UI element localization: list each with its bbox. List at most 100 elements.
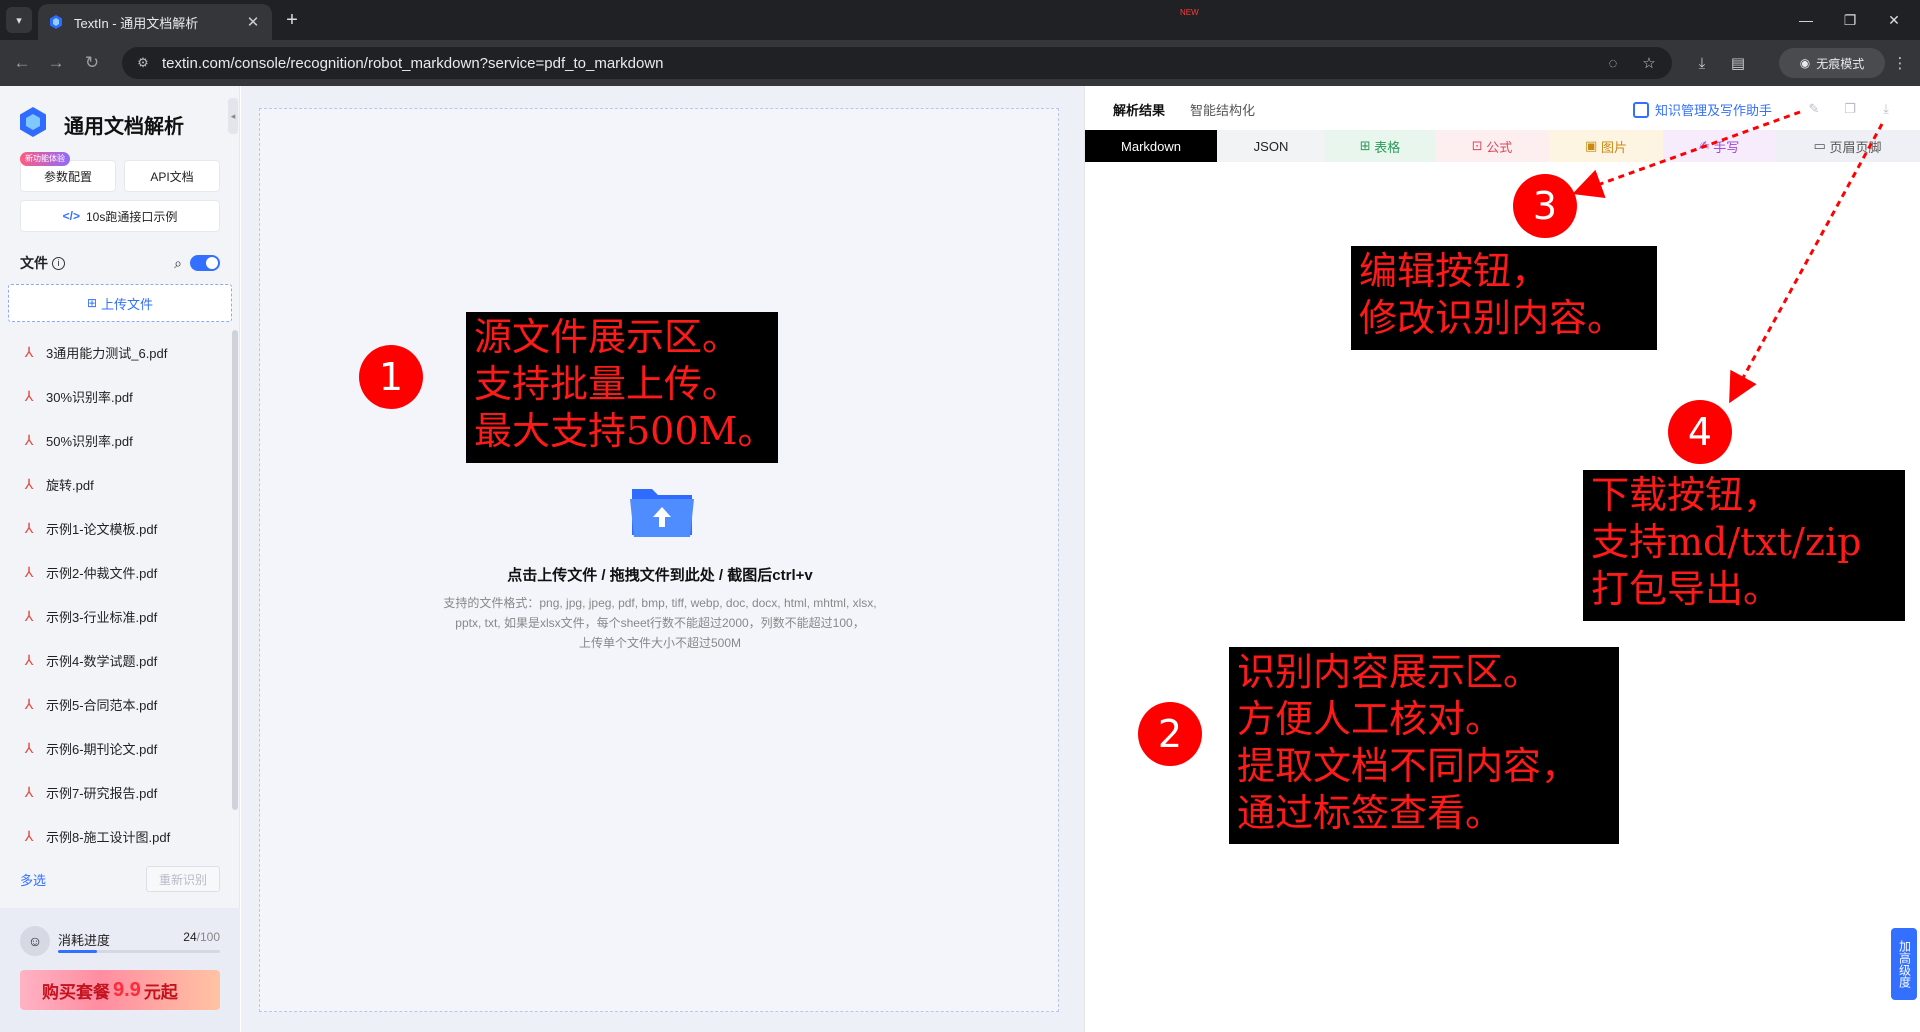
browser-menu-icon[interactable]: ⋮ (1888, 51, 1912, 75)
api-example-button[interactable]: </> 10s跑通接口示例 (20, 200, 220, 232)
floating-feedback-widget[interactable]: 加高级度 (1891, 928, 1917, 1000)
usage-total: /100 (196, 930, 220, 944)
download-icon[interactable]: ⤓ (1690, 51, 1714, 75)
site-info-icon[interactable]: ⚙ (134, 54, 152, 72)
annotation-line: 源文件展示区。 (474, 315, 741, 359)
file-item[interactable]: ⅄ 示例7-研究报告.pdf (0, 770, 228, 814)
browser-tab-bar: ▾ TextIn - 通用文档解析 ✕ + — ❐ ✕ (0, 0, 1920, 40)
files-toggle[interactable] (190, 255, 220, 271)
side-panel-icon[interactable]: ▤ (1726, 51, 1750, 75)
copy-icon[interactable]: ❐ (1841, 100, 1859, 118)
close-window-icon[interactable]: ✕ (1880, 8, 1908, 32)
supported-formats: 支持的文件格式：png, jpg, jpeg, pdf, bmp, tiff, … (400, 593, 920, 653)
buy-package-banner[interactable]: 购买套餐 9.9 元起 (20, 970, 220, 1010)
new-tab-icon[interactable]: + (280, 8, 304, 32)
file-item[interactable]: ⅄ 示例4-数学试题.pdf (0, 638, 228, 682)
tab-table[interactable]: ⊞ 表格 (1325, 130, 1435, 162)
file-list-scrollbar[interactable] (232, 330, 238, 810)
bookmark-star-icon[interactable]: ☆ (1638, 52, 1660, 74)
usage-panel: ☺ 消耗进度 24/100 购买套餐 9.9 元起 (0, 908, 240, 1032)
back-icon[interactable]: ← (10, 51, 34, 75)
address-bar[interactable]: ⚙ textin.com/console/recognition/robot_m… (122, 47, 1672, 79)
tab-image-label: 图片 (1600, 139, 1627, 155)
minimize-icon[interactable]: — (1792, 8, 1820, 32)
file-name: 示例2-仲裁文件.pdf (46, 565, 158, 581)
new-badge: NEW (1180, 8, 1199, 17)
tab-search-dropdown-icon[interactable]: ▾ (6, 7, 32, 33)
upload-file-button[interactable]: ⊞ 上传文件 (8, 284, 232, 322)
file-name: 示例3-行业标准.pdf (46, 609, 158, 625)
file-name: 示例4-数学试题.pdf (46, 653, 158, 669)
reparse-button[interactable]: 重新识别 (146, 866, 220, 892)
download-result-icon[interactable]: ⤓ (1877, 100, 1895, 118)
pdf-icon: ⅄ (24, 387, 34, 404)
annotation-marker-2: 2 (1138, 702, 1202, 766)
file-item[interactable]: ⅄ 30%识别率.pdf (0, 374, 228, 418)
file-item[interactable]: ⅄ 示例2-仲裁文件.pdf (0, 550, 228, 594)
collapse-sidebar-icon[interactable]: ◂ (228, 98, 238, 134)
code-icon: </> (62, 209, 80, 223)
pdf-icon: ⅄ (24, 827, 34, 844)
incognito-icon: ◉ (1799, 56, 1811, 70)
file-item[interactable]: ⅄ 示例8-施工设计图.pdf (0, 814, 228, 858)
url-text[interactable]: textin.com/console/recognition/robot_mar… (162, 55, 1588, 72)
forward-icon[interactable]: → (44, 51, 68, 75)
file-item[interactable]: ⅄ 示例1-论文模板.pdf (0, 506, 228, 550)
api-docs-button[interactable]: API文档 (124, 160, 220, 192)
promo-price: 9.9 (113, 978, 141, 1001)
search-icon[interactable]: ⌕ (174, 255, 182, 272)
file-name: 50%识别率.pdf (46, 433, 133, 449)
info-icon[interactable]: i (52, 256, 65, 270)
tracking-protection-icon[interactable]: ◌ (1602, 52, 1624, 74)
multi-select-link[interactable]: 多选 (20, 870, 46, 889)
file-item[interactable]: ⅄ 示例5-合同范本.pdf (0, 682, 228, 726)
file-name: 示例8-施工设计图.pdf (46, 829, 171, 845)
annotation-box-2: 识别内容展示区。 方便人工核对。 提取文档不同内容， 通过标签查看。 (1229, 647, 1619, 844)
formats-line: 支持的文件格式：png, jpg, jpeg, pdf, bmp, tiff, … (443, 596, 877, 610)
file-name: 示例7-研究报告.pdf (46, 785, 158, 801)
file-item[interactable]: ⅄ 50%识别率.pdf (0, 418, 228, 462)
annotation-line: 修改识别内容。 (1359, 296, 1626, 340)
tab-close-icon[interactable]: ✕ (244, 13, 262, 31)
formula-icon: ⊡ (1471, 138, 1487, 153)
file-name: 3通用能力测试_6.pdf (46, 345, 168, 361)
pdf-icon: ⅄ (24, 431, 34, 448)
annotation-line: 提取文档不同内容， (1237, 744, 1580, 788)
api-example-label: 10s跑通接口示例 (86, 209, 178, 224)
browser-nav-bar: ← → ↻ ⚙ textin.com/console/recognition/r… (0, 40, 1920, 86)
tab-smart-structure[interactable]: 智能结构化 (1190, 100, 1255, 119)
file-item[interactable]: ⅄ 旋转.pdf (0, 462, 228, 506)
reload-icon[interactable]: ↻ (80, 51, 104, 75)
restore-icon[interactable]: ❐ (1836, 8, 1864, 32)
app-logo-icon (20, 107, 46, 137)
incognito-indicator[interactable]: ◉ 无痕模式 (1779, 48, 1885, 78)
annotation-box-3: 编辑按钮， 修改识别内容。 (1351, 246, 1657, 350)
tab-formula[interactable]: ⊡ 公式 (1435, 130, 1549, 162)
tab-table-label: 表格 (1374, 139, 1401, 155)
files-header: 文件 i ⌕ (20, 252, 220, 274)
formats-line: 上传单个文件大小不超过500M (578, 636, 742, 650)
annotation-marker-1: 1 (359, 345, 423, 409)
tab-image[interactable]: ▣ 图片 (1549, 130, 1663, 162)
usage-progress-fill (58, 950, 97, 953)
edit-icon[interactable]: ✎ (1805, 100, 1823, 118)
browser-tab-active[interactable]: TextIn - 通用文档解析 ✕ (38, 4, 272, 40)
tab-parse-result[interactable]: 解析结果 (1113, 100, 1165, 119)
textin-favicon-icon (50, 15, 62, 29)
file-name: 30%识别率.pdf (46, 389, 133, 405)
pdf-icon: ⅄ (24, 563, 34, 580)
annotation-line: 编辑按钮， (1359, 249, 1550, 293)
knowledge-assistant-link[interactable]: 知识管理及写作助手 (1633, 100, 1772, 119)
file-item[interactable]: ⅄ 示例6-期刊论文.pdf (0, 726, 228, 770)
file-item[interactable]: ⅄ 3通用能力测试_6.pdf (0, 330, 228, 374)
upload-file-icon: ⊞ (86, 296, 98, 310)
tab-handwriting[interactable]: ✍ 手写 (1663, 130, 1775, 162)
annotation-box-4: 下载按钮， 支持md/txt/zip 打包导出。 (1583, 470, 1905, 621)
tab-json[interactable]: JSON (1217, 130, 1325, 162)
pdf-icon: ⅄ (24, 783, 34, 800)
file-item[interactable]: ⅄ 示例3-行业标准.pdf (0, 594, 228, 638)
tab-markdown[interactable]: Markdown (1085, 130, 1217, 162)
tab-title: TextIn - 通用文档解析 (74, 15, 199, 31)
upload-dropzone[interactable]: 点击上传文件 / 拖拽文件到此处 / 截图后ctrl+v 支持的文件格式：png… (259, 108, 1059, 1012)
tab-header-footer[interactable]: ▭ 页眉页脚 (1775, 130, 1920, 162)
